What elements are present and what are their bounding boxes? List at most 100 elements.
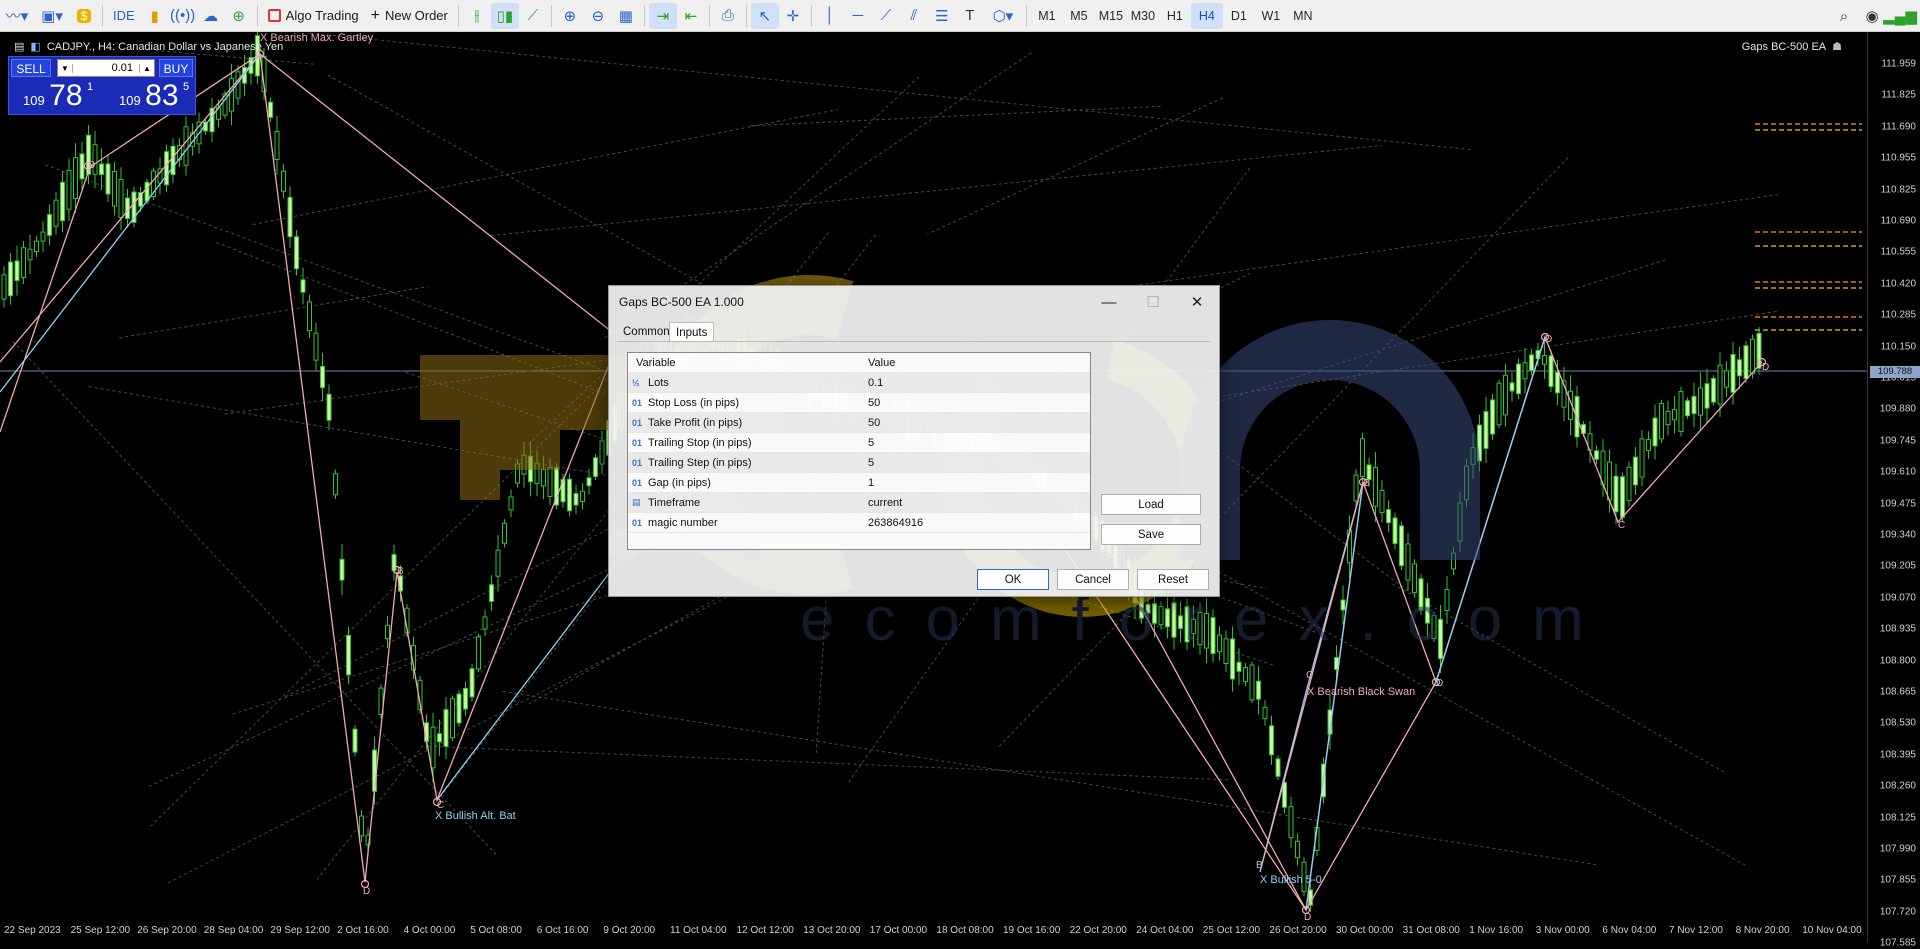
sell-button[interactable]: SELL [11,59,51,77]
param-value[interactable]: 5 [860,437,1090,449]
time-tick: 8 Nov 20:00 [1735,925,1790,936]
buy-price[interactable]: 109 83 5 [119,81,189,111]
candle-body [1353,474,1359,502]
trendline-icon[interactable]: ⟋ [872,3,900,29]
candle-body [27,248,33,261]
param-row[interactable]: ½ Lots 0.1 [628,373,1090,393]
vps-icon[interactable]: ⊕ [225,3,253,29]
param-row[interactable]: ▤ Timeframe current [628,493,1090,513]
close-icon[interactable]: ✕ [1175,288,1219,316]
sell-price[interactable]: 109 78 1 [23,81,93,111]
param-value[interactable]: 1 [860,477,1090,489]
cancel-button[interactable]: Cancel [1057,569,1129,590]
param-value[interactable]: current [860,497,1090,509]
timeframe-mn[interactable]: MN [1287,3,1319,29]
cursor-icon[interactable]: ↖ [750,2,779,29]
param-row[interactable]: 01 Stop Loss (in pips) 50 [628,393,1090,413]
shapes-icon[interactable]: ⬡▾ [984,3,1022,29]
param-row[interactable]: 01 Gap (in pips) 1 [628,473,1090,493]
maximize-icon[interactable]: ☐ [1131,288,1175,316]
price-tick: 108.800 [1879,655,1916,667]
param-value[interactable]: 0.1 [860,377,1090,389]
search-icon[interactable]: ⌕ [1830,3,1858,29]
candle-body [1470,447,1476,465]
fibonacci-icon[interactable]: ☰ [928,3,956,29]
chart-shift-icon[interactable]: ⇤ [677,3,705,29]
toolbar-divider [1025,4,1027,27]
candlestick-icon[interactable]: ▯▮ [490,2,519,29]
tab-common[interactable]: Common [617,322,676,342]
ide-button[interactable]: IDE [107,3,141,29]
param-row[interactable]: 01 Trailing Stop (in pips) 5 [628,433,1090,453]
param-value[interactable]: 263864916 [860,517,1090,529]
timeframe-m15[interactable]: M15 [1095,3,1127,29]
lot-increase-icon[interactable]: ▲ [139,63,154,73]
text-icon[interactable]: T [956,3,984,29]
param-value[interactable]: 5 [860,457,1090,469]
main-toolbar: 〰▾ ▣▾ $ IDE ▮ ((•)) ☁ ⊕ Algo Trading + N… [0,0,1920,32]
ok-button[interactable]: OK [977,569,1049,590]
auto-scroll-icon[interactable]: ⇥ [648,2,677,29]
timeframe-w1[interactable]: W1 [1255,3,1287,29]
buy-button[interactable]: BUY [159,59,193,77]
time-tick: 4 Oct 00:00 [403,925,456,936]
tab-inputs[interactable]: Inputs [669,322,715,342]
timeframe-h4[interactable]: H4 [1190,2,1223,29]
line-chart-icon[interactable]: 〰▾ [0,3,34,29]
algo-trading-button[interactable]: Algo Trading [262,3,365,29]
candle-body [515,463,520,484]
timeframe-d1[interactable]: D1 [1223,3,1255,29]
param-row[interactable]: 01 Take Profit (in pips) 50 [628,413,1090,433]
price-tick: 109.610 [1879,466,1916,478]
timeframe-m30[interactable]: M30 [1127,3,1159,29]
pattern-guide-line [502,690,1597,866]
candle-body [66,169,72,210]
param-row[interactable]: 01 magic number 263864916 [628,513,1090,533]
param-type-icon: ▤ [632,497,641,507]
line-icon[interactable]: ⟋ [519,3,547,29]
pattern-guide-line [750,105,1161,127]
param-value[interactable]: 50 [860,397,1090,409]
vertical-line-icon[interactable]: │ [816,3,844,29]
horizontal-line-icon[interactable]: ─ [844,3,872,29]
param-value[interactable]: 50 [860,417,1090,429]
price-tick: 109.475 [1879,498,1916,510]
new-order-button[interactable]: + New Order [365,3,454,29]
timeframe-h1[interactable]: H1 [1159,3,1191,29]
bar-chart-icon[interactable]: ⫲ [463,3,491,29]
candle-body [339,558,345,581]
ea-label[interactable]: Gaps BC-500 EA ☗ [1742,40,1842,54]
tile-windows-icon[interactable]: ▦ [612,3,640,29]
toolbar-divider [256,4,258,27]
signal-level-icon[interactable]: ▂▄▆ [1883,3,1917,29]
dollar-icon[interactable]: $ [70,3,98,29]
chart-title: ▤ ◧ CADJPY., H4: Canadian Dollar vs Japa… [14,40,284,54]
lot-decrease-icon[interactable]: ▼ [58,63,73,73]
minimize-icon[interactable]: — [1087,288,1131,316]
param-row[interactable]: 01 Trailing Step (in pips) 5 [628,453,1090,473]
timeframe-m1[interactable]: M1 [1031,3,1063,29]
load-button[interactable]: Load [1101,494,1201,515]
time-tick: 6 Oct 16:00 [536,925,589,936]
time-tick: 26 Oct 20:00 [1269,925,1327,936]
signals-icon[interactable]: ((•)) [169,3,197,29]
chart-templates-icon[interactable]: ▣▾ [34,3,70,29]
crosshair-icon[interactable]: ✛ [779,3,807,29]
pattern-guide-line [491,144,1383,237]
screenshot-icon[interactable]: ⎙ [714,3,742,29]
save-button[interactable]: Save [1101,524,1201,545]
channel-icon[interactable]: ⫽ [900,3,928,29]
candle-body [105,163,111,195]
pattern-point-label: D [1436,678,1444,689]
candle-body [1477,424,1482,462]
timeframe-m5[interactable]: M5 [1063,3,1095,29]
zoom-in-icon[interactable]: ⊕ [556,3,584,29]
candle-body [1386,509,1391,524]
zoom-out-icon[interactable]: ⊖ [584,3,612,29]
pattern-guide-line [427,745,1229,781]
reset-button[interactable]: Reset [1137,569,1209,590]
account-icon[interactable]: ◉ [1858,3,1886,29]
lot-size-field[interactable]: ▼ 0.01 ▲ [57,59,155,77]
market-bag-icon[interactable]: ▮ [141,3,169,29]
cloud-icon[interactable]: ☁ [197,3,225,29]
